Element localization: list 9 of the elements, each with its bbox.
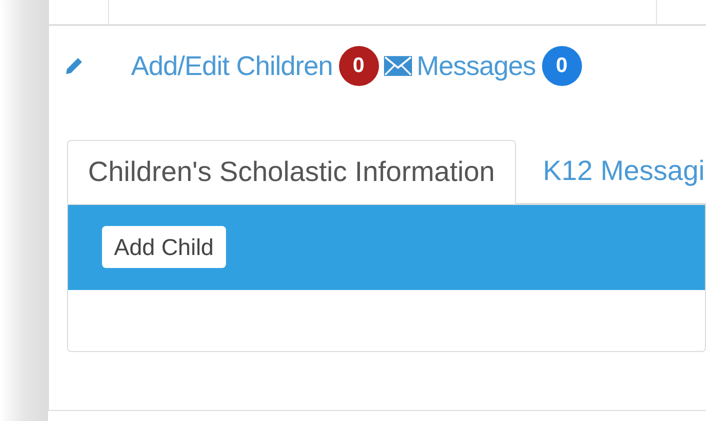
nav-link[interactable]: Messages [416,46,536,86]
pencil-icon [65,57,83,75]
add-child-button[interactable]: Add Child [102,226,226,268]
tab[interactable]: Children's Scholastic Information [67,140,516,204]
envelope-icon [384,56,412,76]
count-badge: 0 [338,46,379,86]
nav-link[interactable]: Add/Edit Children [131,46,333,86]
tab[interactable]: K12 Messagi [516,139,705,203]
count-badge: 0 [542,46,582,86]
